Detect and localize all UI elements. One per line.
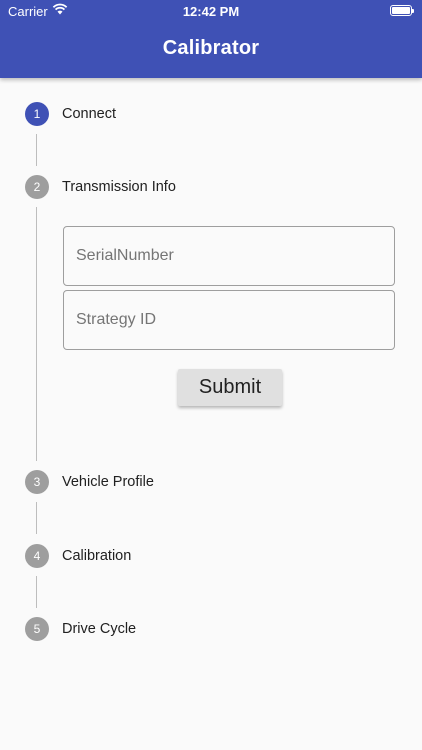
step-2-indicator[interactable]: 2 <box>25 175 49 199</box>
step-1-indicator[interactable]: 1 <box>25 102 49 126</box>
serial-number-input[interactable] <box>76 227 376 285</box>
battery-icon <box>390 5 414 16</box>
serial-number-field[interactable] <box>63 226 395 286</box>
page-title: Calibrator <box>162 37 260 59</box>
submit-button[interactable]: Submit <box>178 369 282 406</box>
step-5-label[interactable]: Drive Cycle <box>62 621 136 637</box>
strategy-id-field[interactable] <box>63 290 395 350</box>
step-connector <box>36 576 37 608</box>
step-5-indicator[interactable]: 5 <box>25 617 49 641</box>
clock: 12:42 PM <box>182 4 240 19</box>
strategy-id-input[interactable] <box>76 291 376 349</box>
step-3-label[interactable]: Vehicle Profile <box>62 474 154 490</box>
app-bar: Carrier 12:42 PM Calibrator <box>0 0 422 78</box>
step-4-label[interactable]: Calibration <box>62 548 131 564</box>
step-connector <box>36 502 37 534</box>
step-3-indicator[interactable]: 3 <box>25 470 49 494</box>
step-4-indicator[interactable]: 4 <box>25 544 49 568</box>
step-connector <box>36 207 37 461</box>
step-2-label[interactable]: Transmission Info <box>62 179 176 195</box>
status-bar: Carrier 12:42 PM <box>0 0 422 22</box>
step-1-label[interactable]: Connect <box>62 106 116 122</box>
step-connector <box>36 134 37 166</box>
